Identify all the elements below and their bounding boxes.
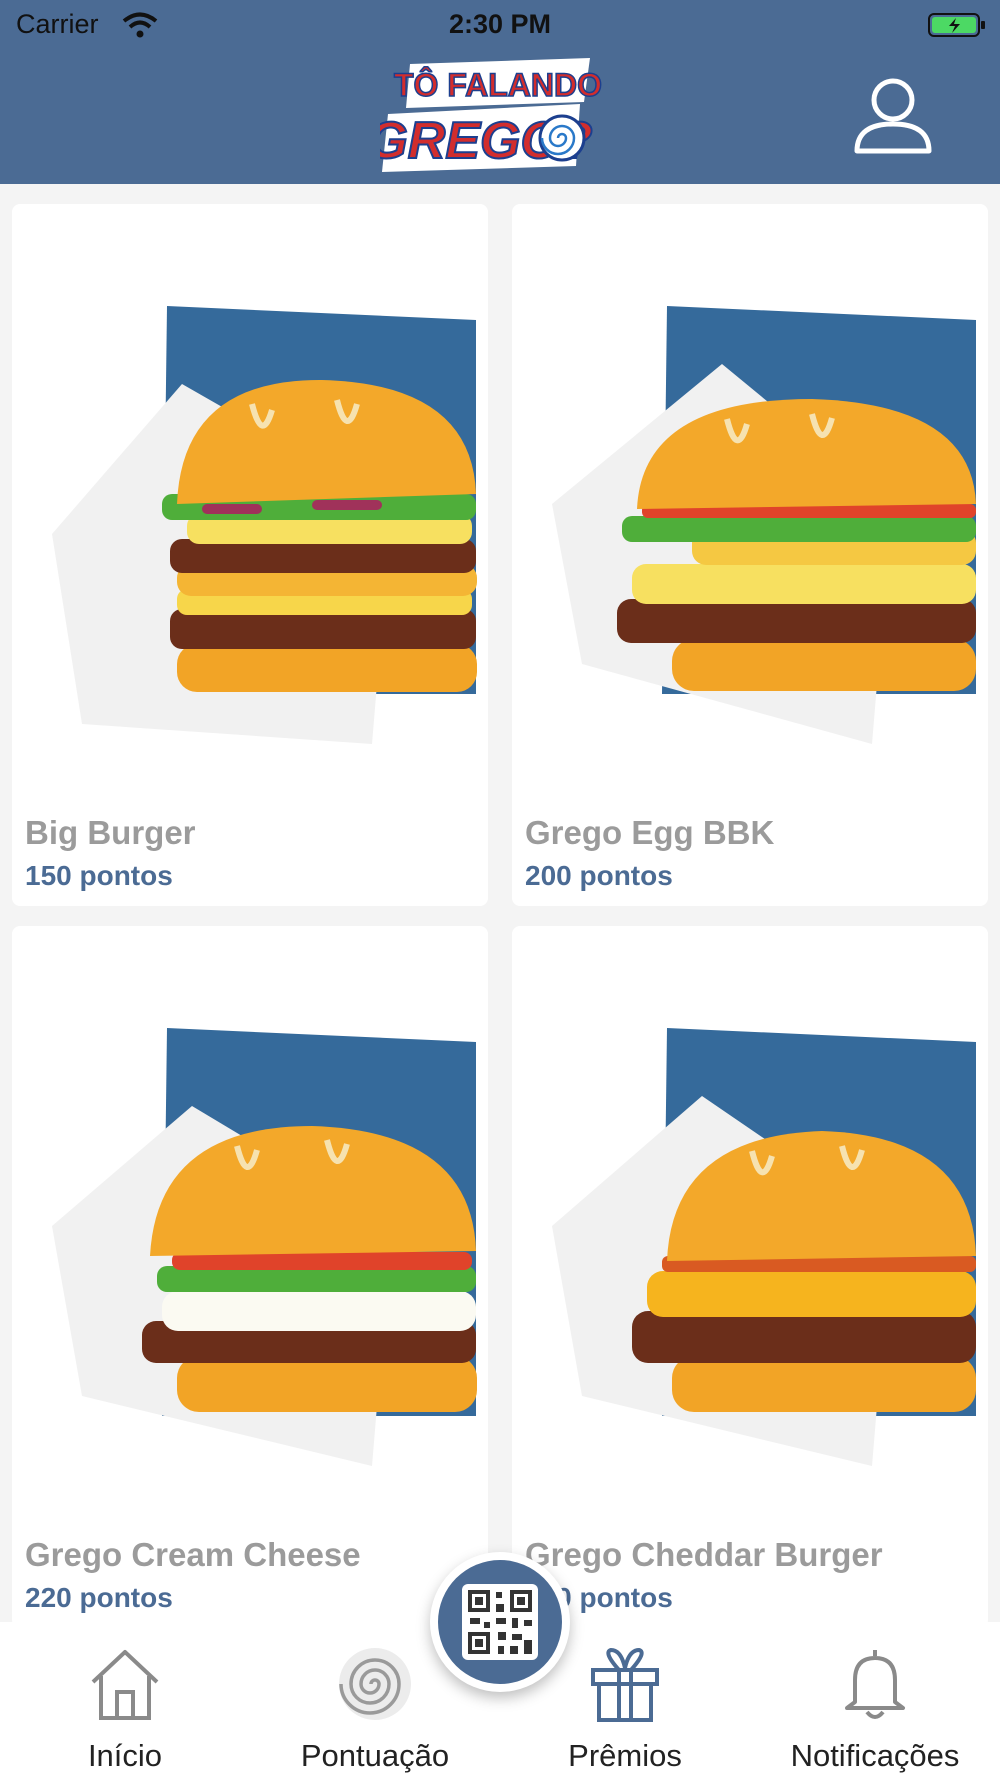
product-image [12,204,488,780]
product-image [12,926,488,1502]
product-image [512,926,988,1502]
product-points: 150 pontos [25,860,173,891]
tab-notificacoes[interactable]: Notificações [750,1622,1000,1778]
tab-label: Pontuação [300,1738,450,1773]
product-card[interactable]: Grego Cheddar Burger 200 pontos [512,926,988,1624]
battery-icon [928,13,985,37]
product-image [512,204,988,780]
product-points: 220 pontos [25,1582,173,1613]
tab-label: Prêmios [568,1738,682,1773]
product-name: Big Burger [25,814,196,851]
rewards-grid: Big Burger 150 pontos Grego Egg BBK 200 … [0,184,1000,1624]
bell-icon [845,1650,905,1719]
product-name: Grego Egg BBK [525,814,775,851]
app-header: Carrier 2:30 PM TÔ FALANDO GREGO? [0,0,1000,184]
spiral-icon [339,1648,411,1720]
qr-code-icon [462,1584,538,1660]
product-name: Grego Cream Cheese [25,1536,361,1573]
home-icon [91,1650,159,1720]
brand-logo: TÔ FALANDO GREGO? [380,58,603,172]
product-card[interactable]: Grego Cream Cheese 220 pontos [12,926,488,1624]
tab-inicio[interactable]: Início [0,1622,250,1778]
tab-label: Início [87,1738,163,1773]
user-icon[interactable] [852,76,934,154]
product-card[interactable]: Grego Egg BBK 200 pontos [512,204,988,906]
status-bar: Carrier 2:30 PM [0,0,1000,50]
gift-icon [591,1647,659,1722]
status-time: 2:30 PM [448,9,552,39]
product-name: Grego Cheddar Burger [525,1536,883,1573]
product-card[interactable]: Big Burger 150 pontos [12,204,488,906]
tab-label: Notificações [790,1738,960,1773]
logo-text-top: TÔ FALANDO [394,67,602,103]
qr-scan-button[interactable] [430,1552,570,1692]
product-points: 200 pontos [525,860,673,891]
